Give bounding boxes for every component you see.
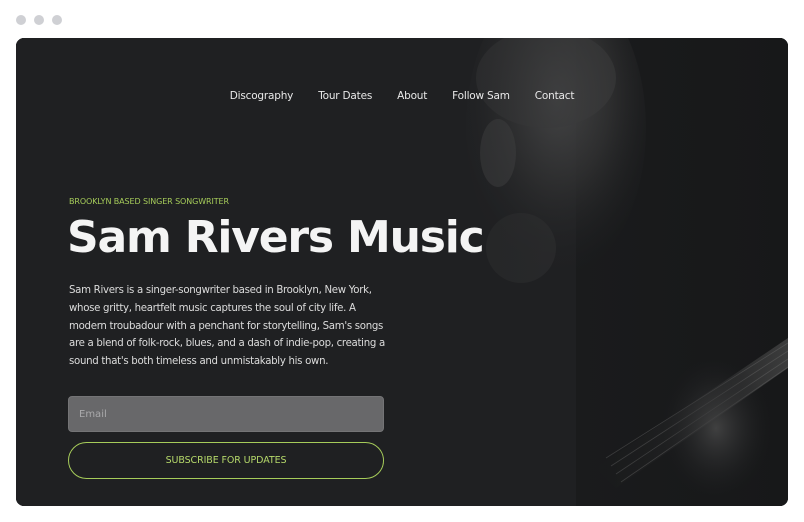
nav-discography[interactable]: Discography [230,90,294,102]
nav-tour-dates[interactable]: Tour Dates [318,90,372,102]
hero-section: Discography Tour Dates About Follow Sam … [16,38,788,506]
artist-bio: Sam Rivers is a singer-songwriter based … [69,285,385,368]
email-input[interactable] [68,396,384,432]
window-dot-icon[interactable] [34,15,44,25]
window-controls [16,15,62,25]
nav-about[interactable]: About [397,90,427,102]
subscribe-button[interactable]: SUBSCRIBE FOR UPDATES [68,442,384,479]
hero-eyebrow: BROOKLYN BASED SINGER SONGWRITER [69,197,229,206]
window-dot-icon[interactable] [16,15,26,25]
nav-follow-sam[interactable]: Follow Sam [452,90,510,102]
window-dot-icon[interactable] [52,15,62,25]
nav-contact[interactable]: Contact [535,90,575,102]
main-nav: Discography Tour Dates About Follow Sam … [16,90,788,102]
guitarist-photo [16,38,788,506]
page-title: Sam Rivers Music [67,212,485,263]
